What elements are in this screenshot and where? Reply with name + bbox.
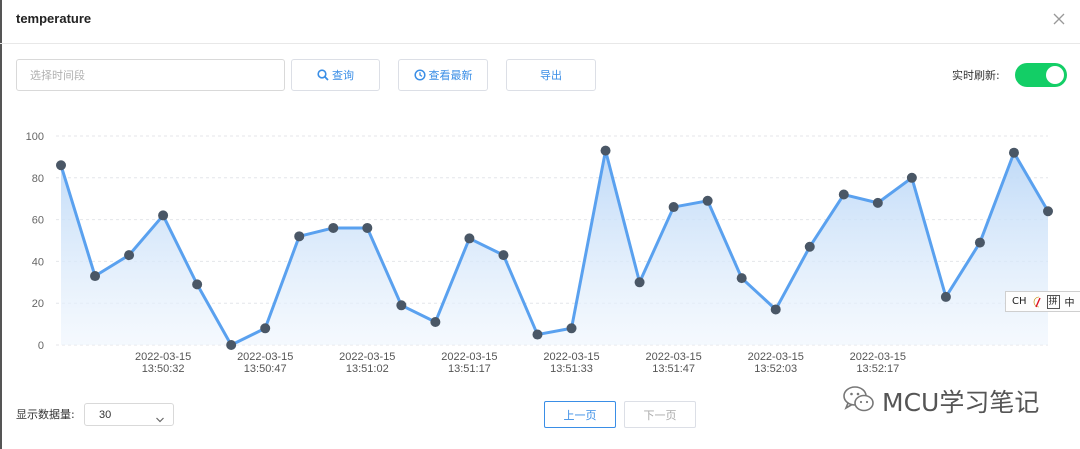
- ime-extra-label[interactable]: 中: [1064, 295, 1076, 309]
- data-point[interactable]: [1008, 147, 1019, 158]
- export-button[interactable]: 导出: [506, 59, 596, 91]
- wechat-icon: [842, 384, 876, 419]
- data-point[interactable]: [260, 323, 271, 334]
- search-icon: [317, 69, 329, 81]
- y-tick-label: 80: [32, 173, 44, 185]
- data-point[interactable]: [940, 291, 951, 302]
- data-point[interactable]: [294, 231, 305, 242]
- x-tick: 2022-03-1513:51:17: [441, 351, 497, 375]
- data-count-value: 30: [99, 409, 112, 421]
- data-point[interactable]: [566, 323, 577, 334]
- data-point[interactable]: [226, 340, 237, 350]
- view-latest-button[interactable]: 查看最新: [398, 59, 488, 91]
- next-page-button[interactable]: 下一页: [624, 401, 696, 428]
- data-point[interactable]: [872, 197, 883, 208]
- data-point[interactable]: [804, 241, 815, 252]
- data-point[interactable]: [702, 195, 713, 206]
- x-tick: 2022-03-1513:52:03: [748, 351, 804, 375]
- x-tick-date: 2022-03-15: [339, 351, 395, 363]
- temperature-chart: 020406080100 2022-03-1513:50:322022-03-1…: [26, 131, 1053, 375]
- query-button[interactable]: 查询: [291, 59, 380, 91]
- x-tick-time: 13:50:32: [142, 363, 185, 375]
- temperature-area: [61, 150, 1048, 345]
- x-tick-date: 2022-03-15: [237, 351, 293, 363]
- x-tick-date: 2022-03-15: [748, 351, 804, 363]
- realtime-refresh-label: 实时刷新:: [952, 69, 1000, 82]
- data-point[interactable]: [974, 237, 985, 248]
- data-point[interactable]: [192, 279, 203, 290]
- y-axis-ticks: 0 20 40 60 80 100: [26, 131, 44, 352]
- data-point[interactable]: [328, 222, 339, 233]
- data-point[interactable]: [906, 172, 917, 183]
- x-tick-date: 2022-03-15: [850, 351, 906, 363]
- x-tick-date: 2022-03-15: [441, 351, 497, 363]
- dialog-header: temperature: [0, 0, 1080, 44]
- x-tick: 2022-03-1513:52:17: [850, 351, 906, 375]
- export-button-label: 导出: [540, 69, 562, 82]
- x-axis-ticks: 2022-03-1513:50:322022-03-1513:50:472022…: [135, 351, 906, 375]
- data-point[interactable]: [1043, 206, 1053, 217]
- x-tick: 2022-03-1513:51:47: [645, 351, 701, 375]
- half-moon-icon[interactable]: [1031, 295, 1043, 309]
- data-count-label: 显示数据量:: [16, 408, 75, 421]
- data-point[interactable]: [362, 222, 373, 233]
- data-point[interactable]: [838, 189, 849, 200]
- ime-pinyin-label[interactable]: 拼: [1046, 294, 1060, 309]
- toolbar: 查询 查看最新 导出 实时刷新:: [0, 58, 1080, 92]
- data-point[interactable]: [498, 250, 509, 261]
- chevron-down-icon: [155, 411, 165, 429]
- view-latest-button-label: 查看最新: [428, 69, 473, 82]
- x-tick-time: 13:52:03: [754, 363, 797, 375]
- data-point[interactable]: [90, 271, 101, 282]
- dialog-title: temperature: [16, 11, 92, 26]
- y-tick-label: 20: [32, 298, 44, 310]
- prev-page-button[interactable]: 上一页: [544, 401, 616, 428]
- watermark: MCU学习笔记: [842, 383, 1039, 419]
- x-tick-time: 13:51:33: [550, 363, 593, 375]
- x-tick-date: 2022-03-15: [135, 351, 191, 363]
- data-point[interactable]: [396, 300, 407, 311]
- timer-icon: [413, 69, 426, 81]
- time-range-input[interactable]: [16, 59, 285, 91]
- data-point[interactable]: [634, 277, 645, 288]
- ime-toolbar[interactable]: CH 拼 中: [1005, 291, 1080, 312]
- data-point[interactable]: [600, 145, 611, 156]
- y-tick-label: 40: [32, 256, 44, 268]
- data-point[interactable]: [532, 329, 543, 340]
- data-point[interactable]: [464, 233, 475, 244]
- x-tick: 2022-03-1513:51:02: [339, 351, 395, 375]
- x-tick: 2022-03-1513:50:47: [237, 351, 293, 375]
- x-tick-date: 2022-03-15: [543, 351, 599, 363]
- data-point[interactable]: [668, 202, 679, 213]
- y-tick-label: 0: [38, 340, 44, 352]
- x-tick-time: 13:51:02: [346, 363, 389, 375]
- toggle-knob: [1046, 66, 1064, 84]
- data-point[interactable]: [124, 250, 135, 261]
- x-tick: 2022-03-1513:51:33: [543, 351, 599, 375]
- data-point[interactable]: [770, 304, 781, 315]
- ime-mode-label[interactable]: CH: [1012, 295, 1027, 309]
- y-tick-label: 100: [26, 131, 44, 143]
- x-tick: 2022-03-1513:50:32: [135, 351, 191, 375]
- data-point[interactable]: [158, 210, 169, 221]
- x-tick-time: 13:51:47: [652, 363, 695, 375]
- close-icon[interactable]: [1050, 10, 1068, 28]
- data-point[interactable]: [430, 317, 441, 328]
- data-count-select[interactable]: 30: [84, 403, 174, 426]
- data-point[interactable]: [736, 273, 747, 284]
- x-tick-date: 2022-03-15: [645, 351, 701, 363]
- watermark-text: MCU学习笔记: [882, 388, 1040, 417]
- query-button-label: 查询: [332, 69, 354, 82]
- realtime-refresh-toggle[interactable]: [1015, 63, 1067, 87]
- y-tick-label: 60: [32, 215, 44, 227]
- x-tick-time: 13:50:47: [244, 363, 287, 375]
- x-tick-time: 13:51:17: [448, 363, 491, 375]
- x-tick-time: 13:52:17: [856, 363, 899, 375]
- data-point[interactable]: [56, 160, 66, 171]
